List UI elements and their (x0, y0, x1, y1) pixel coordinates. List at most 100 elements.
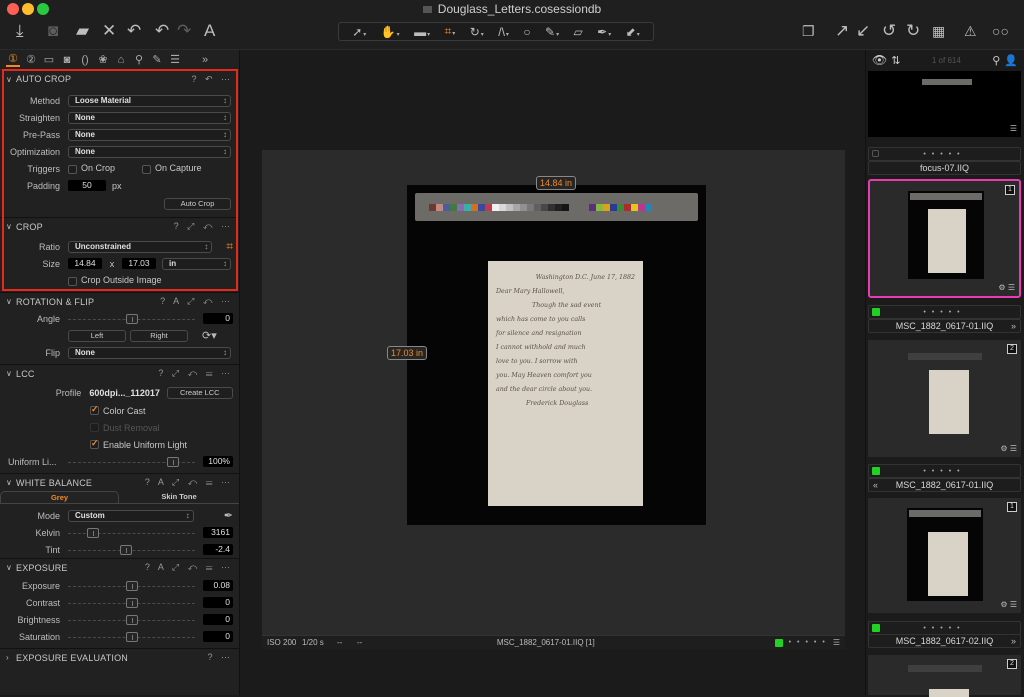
on-crop-checkbox[interactable]: On Crop (68, 163, 142, 174)
user-icon[interactable]: 👤 (1004, 54, 1018, 67)
section-actions[interactable]: ? ⋯ (207, 652, 233, 663)
ratio-select[interactable]: Unconstrained (68, 240, 213, 253)
white-balance-header[interactable]: ∨ WHITE BALANCE ? A ⤢ ↶ ☰ ⋯ (0, 473, 239, 491)
tab-details-search-icon[interactable]: ⚲ (132, 53, 146, 66)
uniform-light-checkbox[interactable]: Enable Uniform Light (0, 436, 239, 453)
viewer-menu-icon[interactable]: ☰ (833, 638, 840, 647)
keystone-icon[interactable]: /\▾ (498, 25, 509, 39)
section-actions[interactable]: ? A ⤢ ↶ ☰ ⋯ (145, 562, 233, 573)
redo-icon[interactable]: ↷ (177, 20, 191, 42)
thumbnail-focus-07[interactable]: ☰ (868, 71, 1021, 137)
contrast-slider[interactable] (68, 597, 195, 609)
crop-width-input[interactable]: 14.84 (68, 258, 102, 269)
section-actions[interactable]: ? ⤢ ↶ ☰ ⋯ (158, 368, 233, 379)
exposure-slider[interactable] (68, 580, 195, 592)
eye-icon[interactable]: 👁 (872, 53, 887, 67)
wb-mode-select[interactable]: Custom (68, 509, 194, 522)
crop-header[interactable]: ∨ CROP ? ⤢ ↶ ⋯ (0, 217, 239, 235)
copy-adjust-icon[interactable]: ↗ (835, 20, 849, 42)
star-rating[interactable]: ••••• (923, 625, 965, 632)
saturation-value[interactable]: 0 (203, 631, 233, 642)
create-lcc-button[interactable]: Create LCC (166, 387, 233, 399)
on-capture-checkbox[interactable]: On Capture (142, 163, 202, 174)
chevron-right-double-icon[interactable]: » (1011, 635, 1016, 647)
tab-skin-tone[interactable]: Skin Tone (119, 491, 239, 503)
select-checkbox[interactable] (872, 150, 879, 157)
section-actions[interactable]: ? ⤢ ↶ ⋯ (174, 221, 233, 232)
image-viewer[interactable]: Washington D.C. June 17, 1882 Dear Mary H… (262, 150, 845, 635)
color-tag-green[interactable] (774, 638, 783, 647)
ruler-icon[interactable]: ▱ (574, 25, 583, 39)
auto-crop-button[interactable]: Auto Crop (164, 198, 231, 210)
tab-adjust-brush-icon[interactable]: ✎ (150, 53, 164, 66)
lcc-header[interactable]: ∨ LCC ? ⤢ ↶ ☰ ⋯ (0, 364, 239, 382)
grid-icon[interactable]: ▦ (932, 20, 945, 42)
slider-knob[interactable] (120, 544, 133, 555)
slider-knob[interactable] (87, 527, 100, 538)
brightness-value[interactable]: 0 (203, 614, 233, 625)
kelvin-slider[interactable] (68, 527, 195, 539)
angle-value[interactable]: 0 (203, 313, 233, 324)
star-rating[interactable]: ••••• (789, 639, 831, 646)
thumbnail-selected[interactable]: 1 ⚙ ☰ (868, 179, 1021, 298)
crop-outside-checkbox[interactable]: Crop Outside Image (68, 275, 162, 286)
rotate-right-button[interactable]: Right (130, 329, 188, 342)
slider-knob[interactable] (125, 614, 138, 625)
tab-1[interactable]: ① (6, 52, 20, 67)
contrast-value[interactable]: 0 (203, 597, 233, 608)
auto-crop-header[interactable]: ∨ AUTO CROP ? ↶ ⋯ (0, 70, 239, 88)
tab-exposure-icon[interactable]: ⌂ (114, 54, 128, 66)
camera-icon[interactable]: ◙ (48, 20, 58, 42)
text-icon[interactable]: A (204, 20, 215, 42)
tab-color-icon[interactable]: ❀ (96, 53, 110, 66)
tint-slider[interactable] (68, 544, 195, 556)
rotate-icon[interactable]: ↻▾ (470, 25, 484, 39)
flip-select[interactable]: None (68, 346, 231, 359)
delete-icon[interactable]: ✕ (102, 20, 116, 42)
sort-icon[interactable]: ⇅ (891, 54, 900, 67)
pan-icon[interactable]: ✋▾ (381, 25, 400, 39)
tab-capture-camera-icon[interactable]: ◙ (60, 54, 74, 66)
thumbnail-msc-02[interactable]: 1 ⚙ ☰ (868, 498, 1021, 613)
section-actions[interactable]: ? ↶ ⋯ (191, 74, 233, 85)
rotation-header[interactable]: ∨ ROTATION & FLIP ? A ⤢ ↶ ⋯ (0, 292, 239, 310)
star-rating[interactable]: ••••• (923, 468, 965, 475)
multi-view-icon[interactable]: ❐ (802, 20, 815, 42)
settings-menu-icon[interactable]: ⚙ ☰ (1000, 600, 1017, 609)
loupe-icon[interactable]: ▬▾ (414, 25, 430, 39)
thumbnail-variant-2[interactable]: 2 ⚙ ☰ (868, 340, 1021, 457)
star-rating[interactable]: ••••• (923, 309, 965, 316)
settings-menu-icon[interactable]: ⚙ ☰ (1000, 444, 1017, 453)
slider-knob[interactable] (167, 456, 180, 467)
exposure-value[interactable]: 0.08 (203, 580, 233, 591)
picker-icon[interactable]: ✒▾ (597, 25, 611, 39)
rotate-right-icon[interactable]: ↻ (906, 20, 920, 42)
star-rating[interactable]: ••••• (923, 151, 965, 158)
section-actions[interactable]: ? A ⤢ ↶ ⋯ (160, 296, 233, 307)
folder-move-icon[interactable]: ▰ (76, 20, 89, 42)
tab-lens-icon[interactable]: () (78, 54, 92, 66)
crop-tool-icon[interactable]: ⌗ (226, 239, 233, 254)
crop-icon[interactable]: ⌗▾ (445, 24, 456, 39)
brush-icon[interactable]: ✎▾ (545, 25, 559, 39)
brightness-slider[interactable] (68, 614, 195, 626)
tab-2[interactable]: ② (24, 53, 38, 66)
straighten-select[interactable]: None (68, 111, 231, 124)
color-cast-checkbox[interactable]: Color Cast (0, 402, 239, 419)
slider-knob[interactable] (125, 313, 138, 324)
uniform-light-value[interactable]: 100% (203, 456, 233, 467)
uniform-light-slider[interactable] (68, 456, 195, 468)
optimization-select[interactable]: None (68, 145, 231, 158)
method-select[interactable]: Loose Material (68, 94, 231, 107)
slider-knob[interactable] (125, 580, 138, 591)
slider-knob[interactable] (125, 597, 138, 608)
tab-metadata-icon[interactable]: ☰ (168, 53, 182, 66)
crop-height-input[interactable]: 17.03 (122, 258, 156, 269)
padding-input[interactable]: 50 (68, 180, 106, 191)
eyedropper-icon[interactable]: ✒ (224, 509, 233, 522)
color-tag-green[interactable] (872, 467, 880, 475)
reset-icon[interactable]: ↶ (127, 20, 141, 42)
unit-select[interactable]: in (162, 257, 231, 270)
angle-slider[interactable] (68, 313, 195, 325)
slider-knob[interactable] (125, 631, 138, 642)
